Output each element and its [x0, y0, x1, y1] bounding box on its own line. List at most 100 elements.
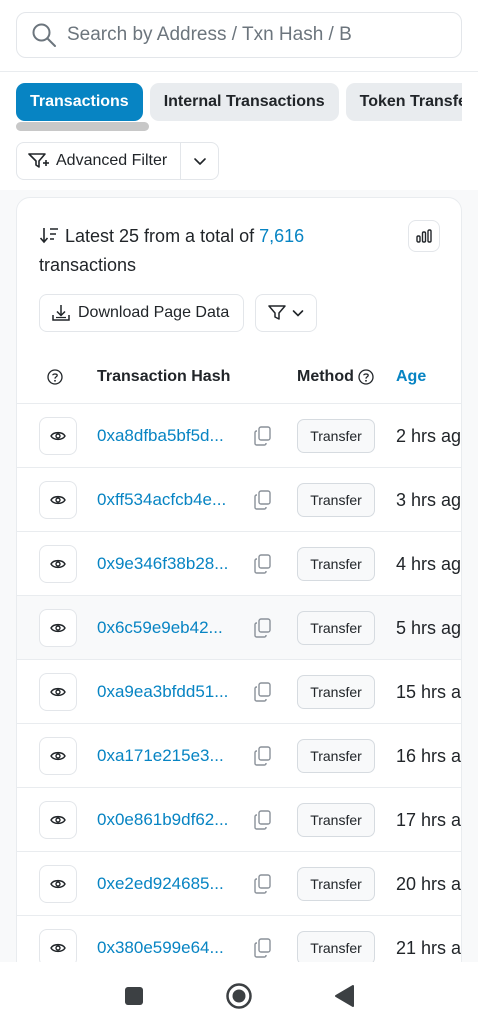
sort-desc-icon [39, 228, 58, 244]
method-badge: Transfer [297, 419, 375, 453]
search-header [0, 0, 478, 72]
method-badge: Transfer [297, 931, 375, 965]
copy-icon [254, 746, 271, 766]
tab-transactions[interactable]: Transactions [16, 83, 143, 121]
preview-button[interactable] [39, 801, 77, 839]
copy-button[interactable] [254, 426, 272, 451]
table-row: 0x6c59e9eb42... Transfer 5 hrs ago [17, 596, 462, 660]
copy-icon [254, 426, 271, 446]
transaction-hash-link[interactable]: 0x9e346f38b28... [97, 532, 247, 596]
column-help-icon[interactable] [47, 350, 63, 404]
copy-icon [254, 554, 271, 574]
home-button[interactable] [225, 982, 253, 1010]
advanced-filter-dropdown: Advanced Filter [16, 142, 219, 180]
preview-button[interactable] [39, 737, 77, 775]
transaction-hash-link[interactable]: 0xa8dfba5bf5d... [97, 404, 247, 468]
transaction-hash-link[interactable]: 0x0e861b9df62... [97, 788, 247, 852]
download-page-data-button[interactable]: Download Page Data [39, 294, 244, 332]
preview-button[interactable] [39, 865, 77, 903]
advanced-filter-button[interactable]: Advanced Filter [17, 143, 181, 179]
preview-button[interactable] [39, 417, 77, 455]
copy-icon [254, 682, 271, 702]
transaction-hash-link[interactable]: 0xa171e215e3... [97, 724, 247, 788]
age-value: 17 hrs ago [396, 810, 462, 830]
eye-icon [50, 559, 66, 569]
copy-icon [254, 490, 271, 510]
method-badge: Transfer [297, 611, 375, 645]
home-circle-icon [226, 983, 252, 1009]
chart-button[interactable] [408, 220, 440, 252]
table-filter-button[interactable] [255, 294, 317, 332]
question-circle-icon [47, 369, 63, 385]
recents-button[interactable] [120, 982, 148, 1010]
copy-icon [254, 810, 271, 830]
table-header: Transaction Hash Method Age [17, 350, 461, 404]
search-icon [32, 23, 56, 47]
copy-button[interactable] [254, 810, 272, 835]
transaction-hash-link[interactable]: 0xa9ea3bfdd51... [97, 660, 247, 724]
eye-icon [50, 943, 66, 953]
preview-button[interactable] [39, 545, 77, 583]
copy-icon [254, 874, 271, 894]
question-circle-icon[interactable] [358, 369, 374, 385]
copy-button[interactable] [254, 618, 272, 643]
transactions-table: 0xa8dfba5bf5d... Transfer 2 hrs ago 0xff… [17, 404, 462, 980]
table-row: 0xa8dfba5bf5d... Transfer 2 hrs ago [17, 404, 461, 468]
eye-icon [50, 623, 66, 633]
age-value: 5 hrs ago [396, 618, 462, 638]
column-header-method: Method [297, 350, 374, 404]
advanced-filter-toggle[interactable] [181, 143, 218, 179]
copy-icon [254, 938, 271, 958]
tab-internal-transactions[interactable]: Internal Transactions [149, 83, 339, 121]
table-row: 0x0e861b9df62... Transfer 17 hrs ago [17, 788, 462, 852]
tabs-scroller[interactable]: Transactions Internal Transactions Token T… [16, 83, 462, 121]
download-label: Download Page Data [78, 304, 230, 321]
back-button[interactable] [330, 982, 358, 1010]
age-value: 20 hrs ago [396, 874, 462, 894]
filter-icon [28, 153, 49, 168]
bar-chart-icon [416, 229, 432, 243]
transaction-hash-link[interactable]: 0xff534acfcb4e... [97, 468, 247, 532]
method-badge: Transfer [297, 739, 375, 773]
age-value: 15 hrs ago [396, 682, 462, 702]
tabs-scrollbar[interactable] [16, 122, 149, 131]
eye-icon [50, 879, 66, 889]
age-value: 3 hrs ago [396, 490, 462, 510]
table-row: 0xa9ea3bfdd51... Transfer 15 hrs ago [17, 660, 462, 724]
chevron-down-icon [292, 310, 304, 317]
method-badge: Transfer [297, 867, 375, 901]
copy-button[interactable] [254, 682, 272, 707]
preview-button[interactable] [39, 481, 77, 519]
transaction-hash-link[interactable]: 0x6c59e9eb42... [97, 596, 247, 660]
transaction-hash-link[interactable]: 0xe2ed924685... [97, 852, 247, 916]
copy-icon [254, 618, 271, 638]
copy-button[interactable] [254, 554, 272, 579]
eye-icon [50, 815, 66, 825]
preview-button[interactable] [39, 673, 77, 711]
table-row: 0x9e346f38b28... Transfer 4 hrs ago [17, 532, 462, 596]
method-badge: Transfer [297, 675, 375, 709]
copy-button[interactable] [254, 746, 272, 771]
search-input[interactable] [67, 24, 457, 46]
transactions-card: Latest 25 from a total of 7,616 transact… [16, 197, 462, 997]
download-icon [52, 305, 70, 321]
method-header-label: Method [297, 368, 354, 385]
eye-icon [50, 687, 66, 697]
method-badge: Transfer [297, 547, 375, 581]
copy-button[interactable] [254, 938, 272, 963]
back-triangle-icon [335, 985, 354, 1007]
total-count-link[interactable]: 7,616 [259, 226, 304, 246]
transactions-summary: Latest 25 from a total of 7,616 transact… [39, 222, 389, 280]
age-value: 4 hrs ago [396, 554, 462, 574]
system-navigation-bar [0, 962, 478, 1024]
copy-button[interactable] [254, 874, 272, 899]
copy-button[interactable] [254, 490, 272, 515]
column-header-age[interactable]: Age [396, 350, 426, 404]
column-header-hash: Transaction Hash [97, 368, 231, 385]
search-box[interactable] [16, 12, 462, 58]
tab-token-transfers[interactable]: Token Transfers [345, 83, 462, 121]
age-value: 16 hrs ago [396, 746, 462, 766]
filter-bar: Advanced Filter [0, 134, 478, 190]
preview-button[interactable] [39, 609, 77, 647]
table-row: 0xff534acfcb4e... Transfer 3 hrs ago [17, 468, 462, 532]
